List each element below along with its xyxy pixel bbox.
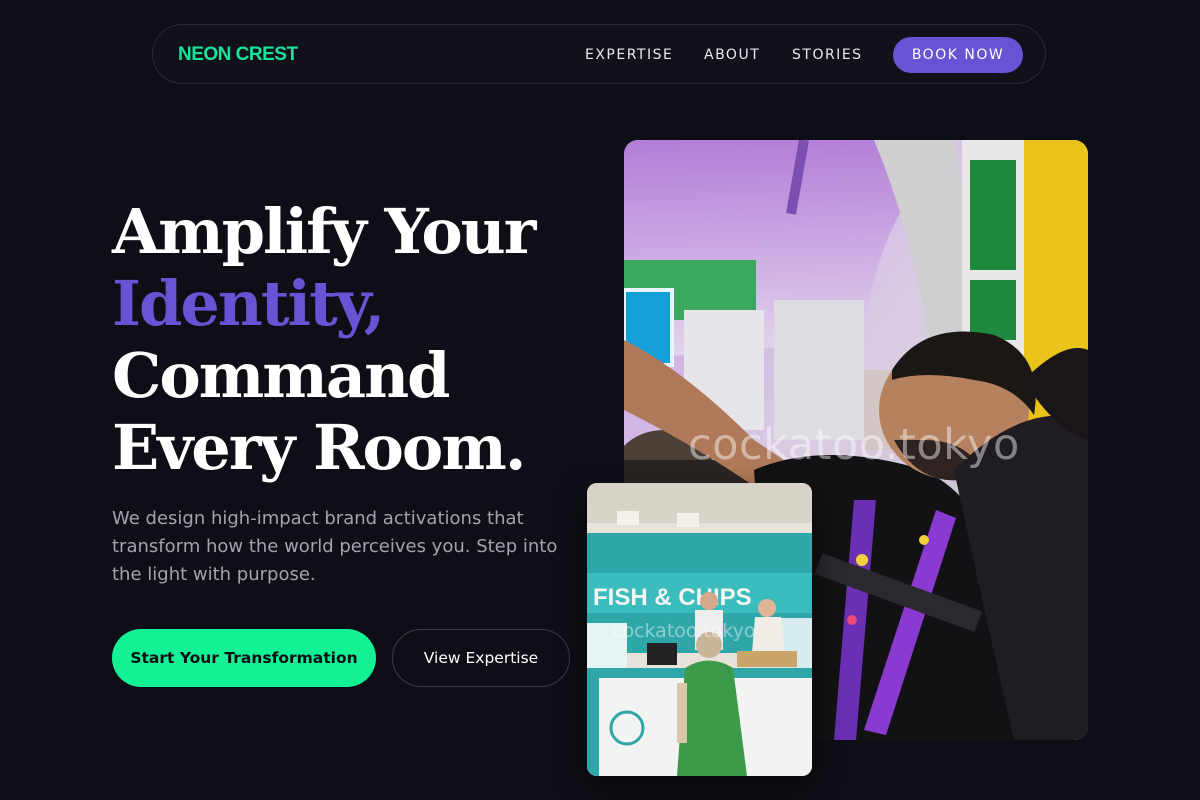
hero-subtext: We design high-impact brand activations … — [112, 508, 558, 585]
headline-accent: Identity, — [112, 267, 385, 340]
headline-line-1: Amplify Your — [112, 195, 536, 268]
hero-headline: Amplify Your Identity, Command Every Roo… — [112, 195, 536, 484]
top-nav: NEON CREST EXPERTISE ABOUT STORIES BOOK … — [152, 24, 1046, 84]
nav-link-stories[interactable]: STORIES — [792, 25, 863, 85]
headline-line-3: Command — [112, 339, 451, 412]
headline-line-4: Every Room. — [112, 411, 526, 484]
food-stall-photo: FISH & CHIPS — [587, 483, 812, 776]
view-expertise-button[interactable]: View Expertise — [392, 629, 570, 687]
start-transformation-button[interactable]: Start Your Transformation — [112, 629, 376, 687]
brand-logo[interactable]: NEON CREST — [178, 25, 298, 85]
stall-sign-text: FISH & CHIPS — [593, 584, 752, 611]
book-now-button[interactable]: BOOK NOW — [893, 37, 1023, 73]
nav-link-expertise[interactable]: EXPERTISE — [585, 25, 673, 85]
nav-link-about[interactable]: ABOUT — [704, 25, 760, 85]
fish-and-chips-stall-illustration: FISH & CHIPS — [587, 483, 812, 776]
